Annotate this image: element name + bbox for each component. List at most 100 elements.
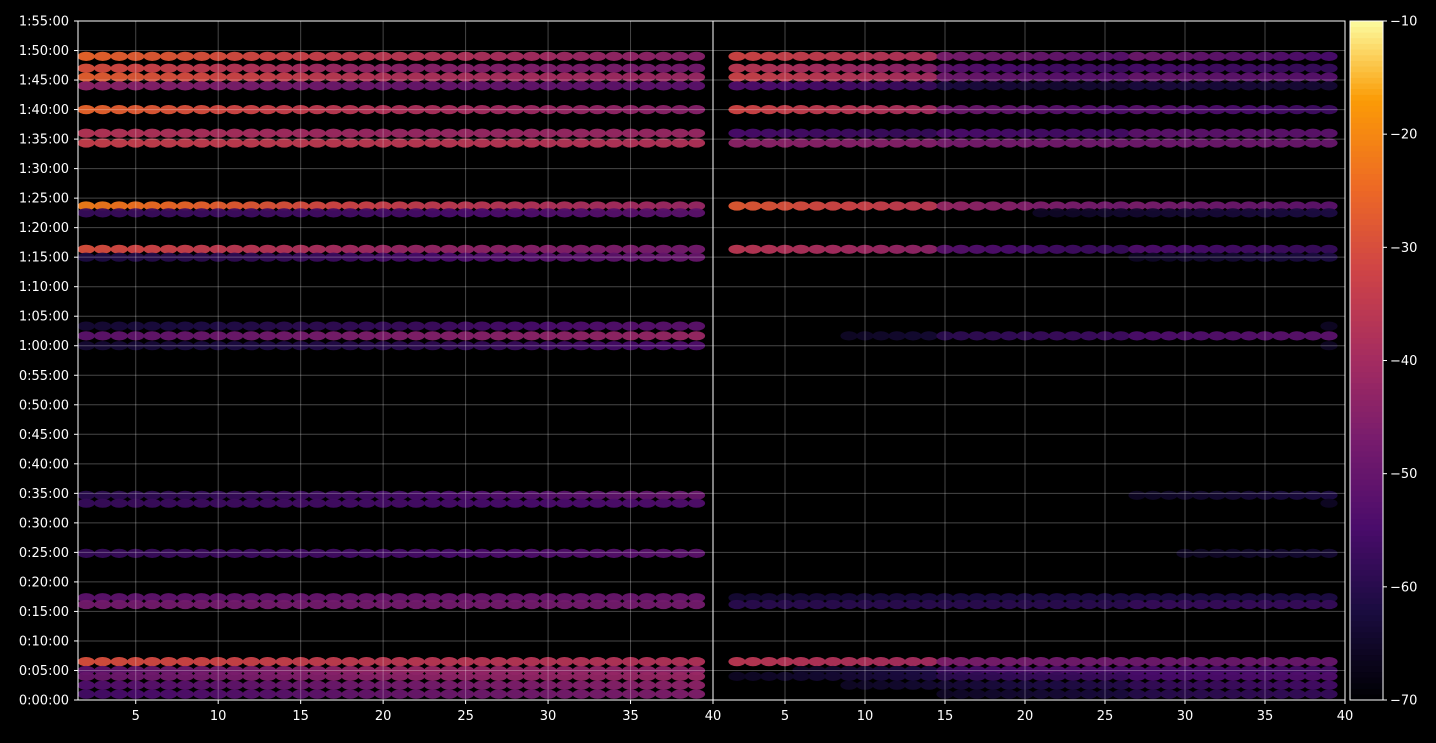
x-tick-label: 30 [540, 709, 557, 724]
heat-cell [1224, 208, 1242, 218]
x-tick-label: 35 [622, 709, 639, 724]
heat-cell [638, 331, 656, 341]
heat-cell [572, 138, 590, 148]
heat-cell [506, 51, 524, 62]
heat-cell [1144, 81, 1162, 91]
heat-cell [407, 680, 425, 690]
heat-cell [605, 657, 623, 667]
heat-cell [952, 671, 970, 682]
heat-cell [259, 689, 277, 699]
heat-cell [904, 138, 922, 148]
heat-cell [588, 498, 607, 508]
heat-cell [242, 490, 260, 500]
heat-cell [1208, 490, 1226, 500]
heat-cell [671, 128, 689, 138]
heat-cell [588, 208, 607, 218]
heat-cell [259, 498, 277, 508]
heat-cell [984, 244, 1002, 254]
heat-cell [110, 490, 128, 500]
heat-cell [242, 208, 260, 218]
heat-cell [1240, 599, 1258, 610]
heat-cell [1224, 680, 1242, 690]
heat-cell [1240, 671, 1258, 682]
heat-cell [1208, 680, 1226, 690]
heat-cell [760, 657, 778, 667]
heat-cell [572, 321, 590, 331]
heat-cell [671, 321, 689, 331]
heat-cell [473, 63, 491, 73]
heat-cell [1224, 128, 1242, 138]
heat-cell [572, 599, 590, 610]
heat-cell [160, 128, 178, 138]
heat-cell [176, 244, 194, 254]
heat-cell [440, 689, 458, 699]
heat-cell [952, 81, 970, 91]
heat-cell [1160, 81, 1178, 91]
heat-cell [1048, 81, 1066, 91]
heat-cell [308, 138, 326, 148]
heat-cell [1192, 680, 1210, 690]
heat-cell [407, 657, 425, 667]
colorbar-tick-label: −10 [1390, 15, 1417, 30]
heat-cell [490, 208, 508, 218]
heat-cell [556, 138, 574, 148]
heat-cell [275, 657, 293, 667]
heat-cell [1112, 331, 1130, 341]
heat-cell [440, 657, 458, 667]
heat-cell [572, 490, 590, 500]
heat-cell [424, 548, 442, 559]
heat-cell [110, 599, 128, 610]
heat-cell [193, 331, 211, 341]
colorbar-segment [1350, 512, 1383, 520]
heat-cell [391, 51, 409, 62]
heat-cell [572, 244, 590, 254]
heat-cell [94, 331, 112, 341]
heat-cell [358, 81, 376, 91]
heat-cell [1112, 81, 1130, 91]
colorbar-segment [1350, 411, 1383, 418]
heat-cell [506, 657, 524, 667]
heat-cell [226, 548, 244, 559]
x-tick-label: 20 [375, 709, 392, 724]
heat-cell [1048, 51, 1066, 62]
heat-cell [1224, 244, 1242, 254]
heat-cell [226, 81, 244, 91]
heat-cell [1288, 331, 1306, 341]
heat-cell [176, 548, 194, 559]
heat-cell [728, 63, 746, 73]
heat-cell [325, 680, 343, 690]
heat-cell [872, 201, 890, 211]
heat-cell [572, 548, 590, 559]
heat-cell [506, 81, 524, 91]
heat-cell [391, 490, 409, 500]
heat-cell [1160, 490, 1178, 500]
colorbar-segment [1350, 258, 1383, 265]
heat-cell [259, 671, 277, 682]
x-tick-label: 5 [781, 709, 789, 724]
heat-cell [638, 671, 656, 682]
heat-cell [473, 244, 491, 254]
heat-cell [110, 51, 128, 62]
heat-cell [1128, 490, 1146, 500]
colorbar-segment [1350, 286, 1383, 293]
heat-cell [808, 128, 826, 138]
heat-cell [341, 599, 359, 610]
heat-cell [888, 671, 906, 682]
heat-cell [176, 63, 194, 73]
heat-cell [391, 321, 409, 331]
heat-cell [358, 244, 376, 254]
y-tick-label: 0:30:00 [19, 516, 69, 531]
heat-cell [473, 208, 491, 218]
heat-cell [671, 63, 689, 73]
colorbar-segment [1350, 552, 1383, 559]
heat-cell [1064, 671, 1082, 682]
heat-cell [920, 680, 938, 690]
heat-cell [94, 128, 112, 138]
y-tick-label: 0:50:00 [19, 398, 69, 413]
colorbar-segment [1350, 26, 1383, 33]
heat-cell [226, 321, 244, 331]
heat-cell [78, 331, 95, 341]
heat-cell [506, 548, 524, 559]
heat-cell [1064, 208, 1082, 218]
heat-cell [160, 51, 178, 62]
